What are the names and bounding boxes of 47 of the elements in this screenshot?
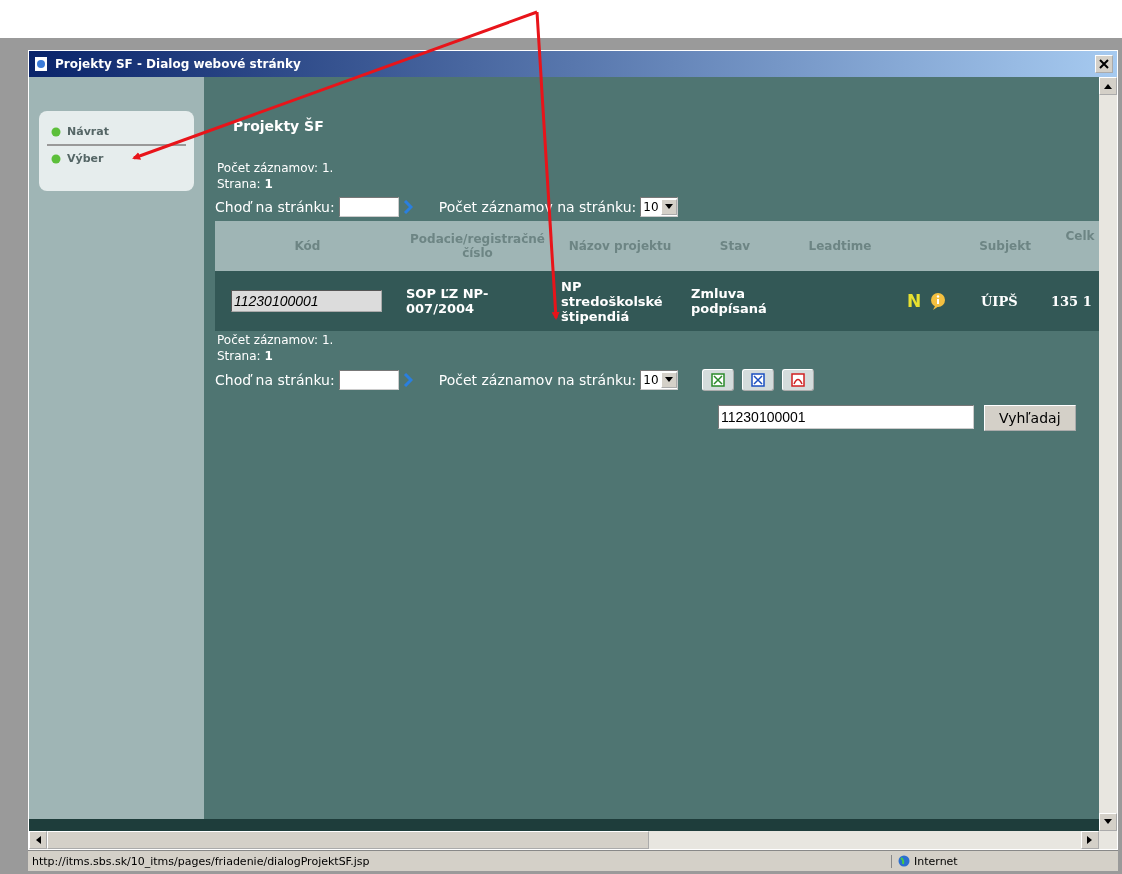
table-cell-text: SOP ĽZ NP-007/2004 (405, 286, 490, 316)
per-page-label: Počet záznamov na stránku: (438, 372, 637, 388)
vertical-scrollbar[interactable] (1099, 77, 1117, 831)
menu-item[interactable]: Návrat (47, 119, 186, 146)
table-cell-text: 135 1 (1050, 293, 1093, 309)
bullet-icon (51, 153, 61, 164)
globe-icon (898, 855, 910, 867)
info-icon[interactable] (929, 292, 948, 310)
export-button[interactable] (701, 369, 734, 391)
security-zone: Internet (914, 854, 958, 868)
per-page-select[interactable]: 10 (640, 370, 678, 390)
export-button[interactable] (741, 369, 774, 391)
bullet-icon (51, 126, 61, 137)
arrow-up-icon[interactable] (1104, 83, 1112, 89)
arrow-left-icon[interactable] (35, 836, 41, 844)
goto-page-label: Choď na stránku: (215, 199, 335, 215)
per-page-select[interactable]: 10 (640, 197, 678, 217)
page-input[interactable] (338, 197, 399, 217)
page-number: Strana: 1 (217, 177, 274, 191)
export-button[interactable] (781, 369, 814, 391)
search-button[interactable]: Vyhľadaj (984, 405, 1076, 431)
code-field[interactable]: 11230100001 (231, 290, 382, 312)
goto-page-label: Choď na stránku: (215, 372, 335, 388)
excel-file-icon (710, 373, 725, 387)
arrow-down-icon[interactable] (1104, 819, 1112, 825)
page-input[interactable] (338, 370, 399, 390)
status-letter: N (907, 291, 922, 311)
close-button[interactable] (1095, 55, 1113, 73)
table-cell-text: ÚIPŠ (980, 293, 1019, 309)
close-icon (1099, 59, 1109, 69)
status-url: http://itms.sbs.sk/10_itms/pages/friadenie/dialogProjektSF.jsp (28, 854, 892, 868)
window-title: Projekty SF - Dialog webové stránky (55, 57, 302, 71)
page-number: Strana: 1 (217, 349, 274, 363)
arrow-down-icon[interactable] (664, 377, 673, 383)
menu-item[interactable]: Výber (47, 146, 186, 171)
page-icon (33, 56, 49, 72)
horizontal-scrollbar[interactable] (29, 831, 1117, 849)
page-title: Projekty ŠF (233, 118, 325, 134)
table-cell-text: Zmluva podpísaná (690, 286, 768, 316)
pdf-file-icon (790, 373, 805, 387)
arrow-right-icon[interactable] (1087, 836, 1093, 844)
search-field[interactable]: 11230100001 (718, 405, 974, 429)
record-count: Počet záznamov: 1. (217, 161, 335, 175)
record-count: Počet záznamov: 1. (217, 333, 335, 347)
arrow-down-icon[interactable] (664, 204, 673, 210)
word-file-icon (750, 373, 765, 387)
table-cell-text: NP stredoškolské štipendiá (560, 278, 664, 324)
